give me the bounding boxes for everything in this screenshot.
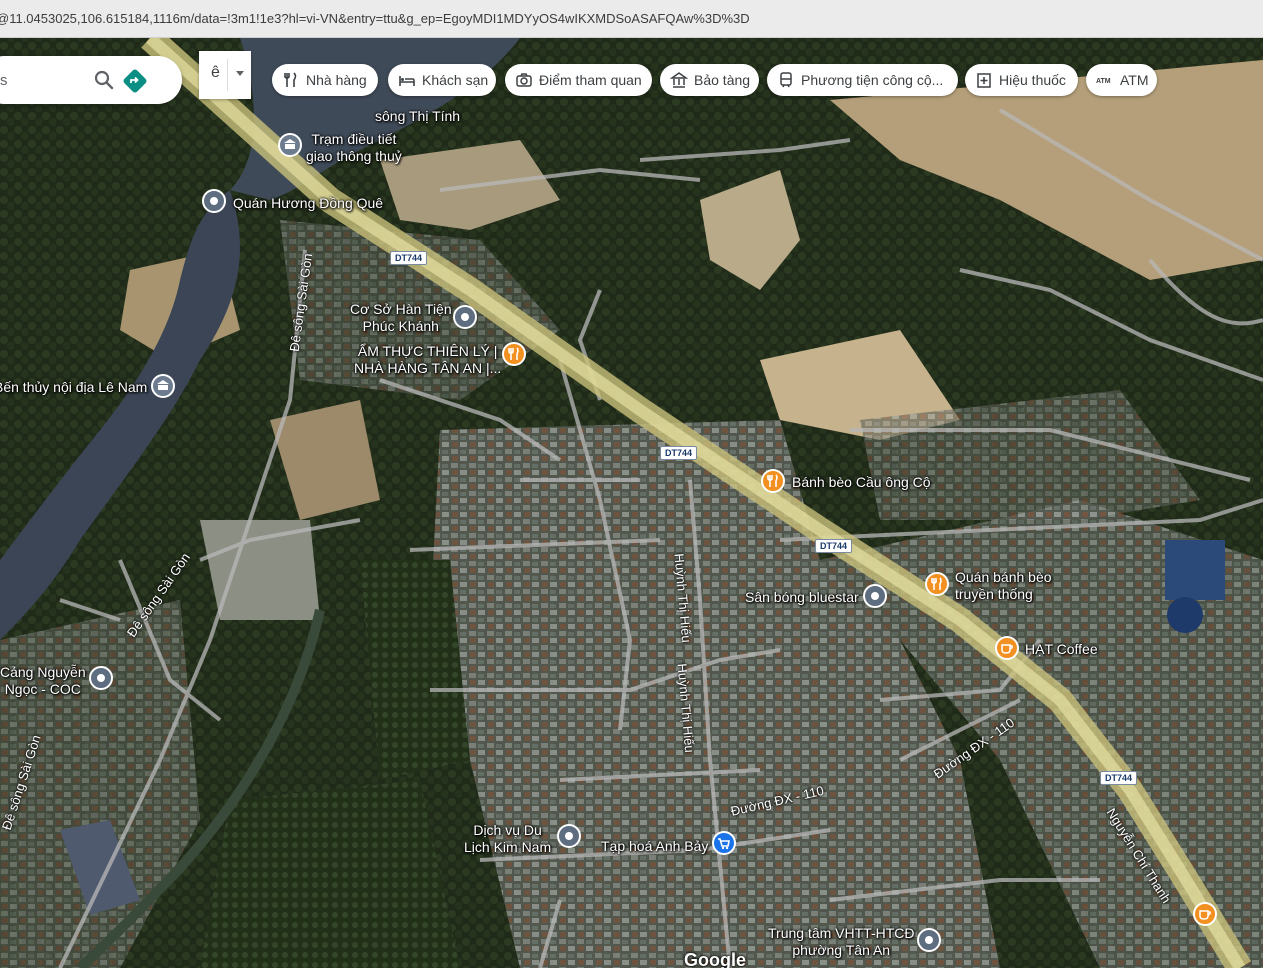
label-line: Dịch vụ Du — [473, 822, 542, 838]
landmark-pin-icon[interactable] — [278, 133, 302, 157]
url-bar[interactable]: @11.0453025,106.615184,1116m/data=!3m1!1… — [0, 0, 1263, 38]
label-co-so-han-tien[interactable]: Cơ Sở Hàn Tiện Phúc Khánh — [350, 301, 452, 335]
shopping-cart-pin-icon[interactable] — [712, 831, 736, 855]
chevron-down-icon[interactable] — [236, 71, 244, 76]
generic-pin-icon[interactable] — [863, 584, 887, 608]
chip-hotels[interactable]: Khách sạn — [388, 64, 496, 96]
label-line: ẨM THỰC THIÊN LÝ | — [357, 343, 498, 359]
chip-label: ATM — [1120, 72, 1149, 88]
search-icon[interactable] — [92, 68, 116, 92]
chip-attractions[interactable]: Điểm tham quan — [505, 64, 652, 96]
generic-pin-icon[interactable] — [202, 189, 226, 213]
label-line: NHÀ HÀNG TÂN AN |... — [354, 360, 502, 376]
route-shield-dt744: DT744 — [390, 251, 428, 265]
label-line: Lịch Kim Nam — [464, 839, 552, 855]
label-quan-banh-beo[interactable]: Quán bánh bèo truyền thống — [955, 569, 1052, 603]
route-shield-dt744: DT744 — [815, 539, 853, 553]
chip-label: Bảo tàng — [694, 72, 751, 88]
generic-pin-icon[interactable] — [453, 305, 477, 329]
generic-pin-icon[interactable] — [89, 666, 113, 690]
chip-label: Nhà hàng — [306, 72, 367, 88]
cafe-pin-icon[interactable] — [995, 636, 1019, 660]
generic-pin-icon[interactable] — [557, 824, 581, 848]
label-line: giao thông thuỷ — [306, 148, 402, 164]
directions-icon[interactable] — [122, 68, 148, 94]
chip-label: Điểm tham quan — [539, 72, 642, 88]
hotel-icon — [399, 76, 415, 86]
label-banh-beo-cau-ong-co[interactable]: Bánh bèo Cầu ông Cộ — [792, 474, 931, 491]
label-hat-coffee[interactable]: HẠT Coffee — [1025, 641, 1098, 658]
label-am-thuc-thien-ly[interactable]: ẨM THỰC THIÊN LÝ | NHÀ HÀNG TÂN AN |... — [354, 343, 501, 377]
search-box[interactable]: s — [0, 56, 182, 104]
chip-transit[interactable]: Phương tiện công cộ... — [767, 64, 958, 96]
label-line: truyền thống — [955, 586, 1033, 602]
language-selector[interactable]: ê — [199, 51, 251, 99]
restaurant-pin-icon[interactable] — [502, 342, 526, 366]
label-line: Cơ Sở Hàn Tiện — [350, 301, 452, 317]
map-imagery — [0, 38, 1263, 968]
label-tram-dieu-tiet[interactable]: Trạm điều tiết giao thông thuỷ — [306, 131, 402, 165]
label-san-bong-bluestar[interactable]: Sân bóng bluestar — [745, 589, 859, 606]
restaurant-icon — [284, 72, 297, 87]
label-song-thi-tinh: sông Thị Tính — [375, 108, 461, 124]
route-shield-dt744: DT744 — [660, 446, 698, 460]
label-ben-thuy-noi-dia[interactable]: Bến thủy nội địa Lê Nam — [0, 379, 147, 396]
restaurant-pin-icon[interactable] — [761, 469, 785, 493]
label-quan-huong-dong-que[interactable]: Quán Hương Đồng Quê — [233, 195, 383, 212]
label-line: Trạm điều tiết — [311, 131, 397, 147]
landmark-pin-icon[interactable] — [151, 374, 175, 398]
cafe-pin-icon[interactable] — [1193, 902, 1217, 926]
divider — [227, 59, 228, 91]
museum-icon — [670, 72, 688, 88]
route-shield-dt744: DT744 — [1100, 771, 1138, 785]
chip-label: Phương tiện công cộ... — [801, 72, 944, 88]
label-dich-vu-du-lich[interactable]: Dịch vụ Du Lịch Kim Nam — [464, 822, 551, 856]
chip-label: Khách sạn — [422, 72, 489, 88]
label-line: Quán bánh bèo — [955, 569, 1052, 585]
label-line: Trung tâm VHTT-HTCĐ — [768, 925, 915, 941]
camera-icon — [516, 73, 532, 87]
chip-pharmacies[interactable]: Hiệu thuốc — [965, 64, 1078, 96]
satellite-map[interactable]: DT744 DT744 DT744 DT744 Đê sông Sài Gòn … — [0, 38, 1263, 968]
atm-icon: ATM — [1096, 78, 1111, 85]
label-cang-nguyen-ngoc[interactable]: Cảng Nguyễn Ngọc - COC — [0, 664, 86, 698]
chip-museums[interactable]: Bảo tàng — [660, 64, 759, 96]
chip-label: Hiệu thuốc — [999, 72, 1066, 88]
label-line: Ngọc - COC — [4, 681, 81, 697]
generic-pin-icon[interactable] — [917, 928, 941, 952]
svg-text:ATM: ATM — [1096, 78, 1111, 85]
restaurant-pin-icon[interactable] — [925, 572, 949, 596]
chip-atm[interactable]: ATM ATM — [1086, 64, 1157, 96]
chip-restaurants[interactable]: Nhà hàng — [272, 64, 378, 96]
label-tap-hoa-anh-bay[interactable]: Tạp hoá Anh Bảy — [601, 838, 708, 855]
label-line: phường Tân An — [792, 942, 891, 958]
url-text[interactable]: @11.0453025,106.615184,1116m/data=!3m1!1… — [0, 11, 750, 26]
search-input[interactable]: s — [0, 72, 60, 89]
pharmacy-icon — [977, 73, 991, 88]
language-value: ê — [211, 64, 220, 81]
label-line: Cảng Nguyễn — [0, 664, 86, 680]
transit-icon — [780, 72, 792, 88]
label-trung-tam-vhtt[interactable]: Trung tâm VHTT-HTCĐ phường Tân An — [768, 925, 915, 959]
label-line: Phúc Khánh — [362, 318, 439, 334]
google-logo: Google — [684, 950, 746, 968]
